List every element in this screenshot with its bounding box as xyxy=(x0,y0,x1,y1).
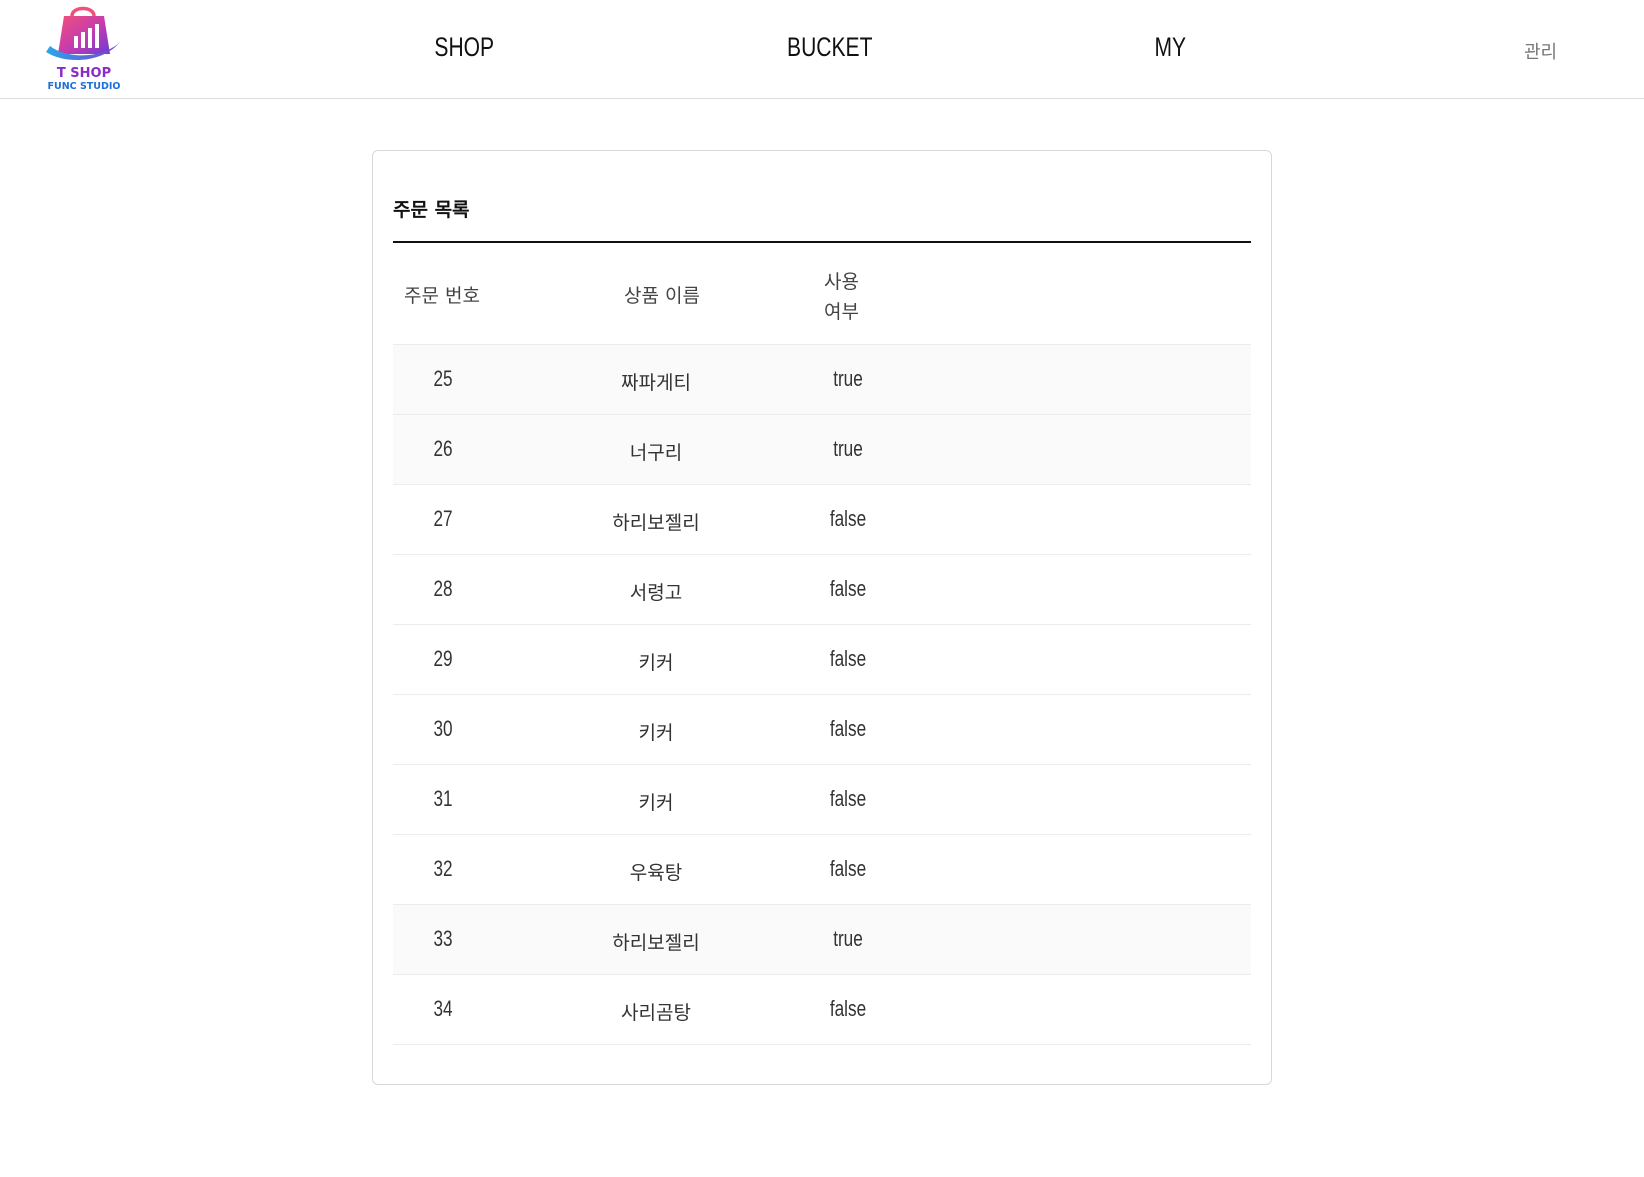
table-row[interactable]: 29 키커 false xyxy=(393,625,1251,695)
table-row[interactable]: 32 우육탕 false xyxy=(393,835,1251,905)
table-row[interactable]: 34 사리곰탕 false xyxy=(393,975,1251,1045)
table-row[interactable]: 28 서령고 false xyxy=(393,555,1251,625)
order-number: 32 xyxy=(433,856,453,881)
product-name: 하리보젤리 xyxy=(612,512,700,534)
logo-wordmark: T SHOP xyxy=(56,66,112,81)
order-number: 25 xyxy=(433,366,453,391)
table-row[interactable]: 25 짜파게티 true xyxy=(393,345,1251,415)
column-header-order-number: 주문 번호 xyxy=(404,285,480,307)
order-number: 31 xyxy=(433,786,453,811)
table-row[interactable]: 27 하리보젤리 false xyxy=(393,485,1251,555)
product-name: 짜파게티 xyxy=(621,372,691,394)
nav-my-link[interactable]: MY xyxy=(1154,32,1186,63)
column-header-used-line2: 여부 xyxy=(824,301,859,323)
column-header-product-name: 상품 이름 xyxy=(624,285,700,307)
table-row[interactable]: 30 키커 false xyxy=(393,695,1251,765)
used-status: false xyxy=(829,716,867,741)
used-status: false xyxy=(829,856,867,881)
logo-subtitle: FUNC STUDIO xyxy=(47,81,121,92)
product-name: 키커 xyxy=(638,652,674,674)
used-status: false xyxy=(829,786,867,811)
page-title: 주문 목록 xyxy=(393,199,470,221)
nav-admin-link[interactable]: 관리 xyxy=(1524,38,1557,64)
used-status: true xyxy=(833,366,863,391)
table-row[interactable]: 26 너구리 true xyxy=(393,415,1251,485)
order-number: 27 xyxy=(433,506,453,531)
used-status: false xyxy=(829,576,867,601)
product-name: 서령고 xyxy=(629,582,683,604)
order-number: 29 xyxy=(433,646,453,671)
table-row[interactable]: 31 키커 false xyxy=(393,765,1251,835)
order-number: 30 xyxy=(433,716,453,741)
used-status: false xyxy=(829,646,867,671)
used-status: false xyxy=(829,996,867,1021)
product-name: 너구리 xyxy=(629,442,683,464)
table-header: 주문 번호 상품 이름 사용 여부 xyxy=(393,243,1251,345)
nav-shop-link[interactable]: SHOP xyxy=(434,32,494,63)
product-name: 키커 xyxy=(638,792,674,814)
order-table: 주문 번호 상품 이름 사용 여부 25 짜파게티 true 26 너구리 tr… xyxy=(393,243,1251,1045)
shopping-bag-logo-icon xyxy=(46,6,120,61)
column-header-used: 사용 여부 xyxy=(824,267,884,327)
product-name: 사리곰탕 xyxy=(621,1002,691,1024)
used-status: true xyxy=(833,926,863,951)
product-name: 하리보젤리 xyxy=(612,932,700,954)
product-name: 키커 xyxy=(638,722,674,744)
shop-logo[interactable]: T SHOP FUNC STUDIO xyxy=(44,2,124,94)
nav-bucket-link[interactable]: BUCKET xyxy=(787,32,872,63)
used-status: false xyxy=(829,506,867,531)
column-header-used-line1: 사용 xyxy=(824,271,859,293)
top-navigation-bar: T SHOP FUNC STUDIO SHOP BUCKET MY 관리 xyxy=(0,0,1644,99)
order-number: 28 xyxy=(433,576,453,601)
table-row[interactable]: 33 하리보젤리 true xyxy=(393,905,1251,975)
order-number: 33 xyxy=(433,926,453,951)
product-name: 우육탕 xyxy=(629,862,683,884)
order-number: 34 xyxy=(433,996,453,1021)
order-list-card: 주문 목록 주문 번호 상품 이름 사용 여부 25 짜파게티 true 26 … xyxy=(372,150,1272,1085)
used-status: true xyxy=(833,436,863,461)
order-number: 26 xyxy=(433,436,453,461)
